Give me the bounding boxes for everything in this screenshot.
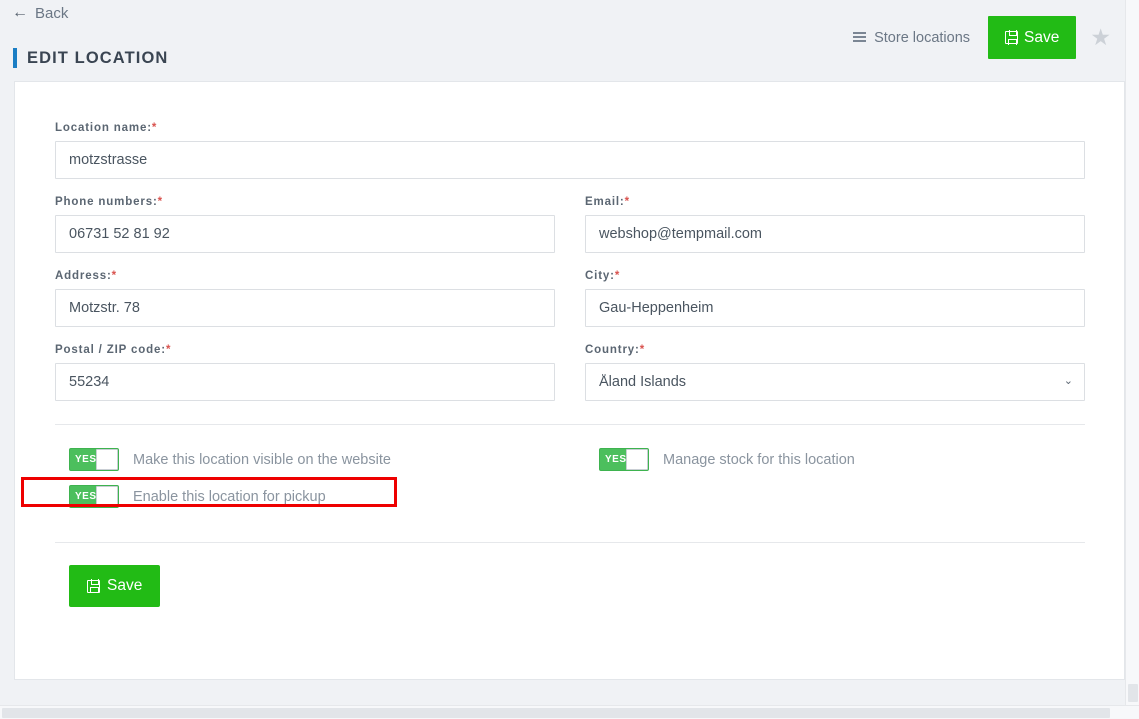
city-input[interactable] (585, 289, 1085, 327)
list-icon (853, 32, 867, 43)
form-row-phone-email: Phone numbers:* Email:* (55, 196, 1085, 253)
form-row-address-city: Address:* City:* (55, 270, 1085, 327)
required-marker: * (624, 196, 630, 208)
label-city: City:* (585, 270, 1085, 282)
divider-above-toggles (55, 424, 1085, 425)
label-postal-code: Postal / ZIP code:* (55, 344, 555, 356)
toggle-label-enable-pickup: Enable this location for pickup (133, 488, 326, 505)
page-title: EDIT LOCATION (27, 48, 169, 67)
label-email: Email:* (585, 196, 1085, 208)
edit-location-form: Location name:* Phone numbers:* Email:* (21, 122, 1085, 607)
label-phone-numbers-text: Phone numbers: (55, 196, 158, 208)
required-marker: * (639, 344, 646, 356)
toggle-knob (96, 486, 118, 507)
toggle-grid: YES Make this location visible on the we… (55, 445, 1085, 519)
toggle-state-text: YES (75, 453, 97, 465)
back-link[interactable]: ← Back (12, 3, 69, 22)
toggle-state-text: YES (75, 490, 97, 502)
label-city-text: City: (585, 270, 615, 282)
toggle-manage-stock[interactable]: YES Manage stock for this location (585, 445, 1055, 474)
label-location-name-text: Location name: (55, 122, 152, 134)
required-marker: * (157, 196, 163, 208)
toggle-state-text: YES (605, 453, 627, 465)
title-accent-bar (13, 48, 17, 68)
topbar: ← Back EDIT LOCATION Store locations Sav… (0, 0, 1125, 81)
save-button-top[interactable]: Save (988, 16, 1077, 59)
divider-above-save (55, 542, 1085, 543)
field-location-name: Location name:* (55, 122, 1085, 179)
toggle-switch-manage-stock[interactable]: YES (599, 448, 649, 471)
horizontal-scrollbar-thumb[interactable] (2, 708, 1110, 718)
required-marker: * (111, 270, 117, 282)
toggle-switch-visible-on-website[interactable]: YES (69, 448, 119, 471)
country-select[interactable]: Åland Islands (585, 363, 1085, 401)
save-button-top-label: Save (1024, 28, 1060, 46)
back-label: Back (35, 5, 69, 22)
edit-location-card: Location name:* Phone numbers:* Email:* (14, 81, 1125, 680)
toggle-enable-pickup[interactable]: YES Enable this location for pickup (55, 482, 585, 511)
field-country: Country:* Åland Islands ⌄ (585, 344, 1085, 401)
field-address: Address:* (55, 270, 555, 327)
email-input[interactable] (585, 215, 1085, 253)
field-phone-numbers: Phone numbers:* (55, 196, 555, 253)
store-locations-label: Store locations (874, 29, 971, 46)
top-actions: Store locations Save ★ (853, 16, 1111, 59)
floppy-disk-icon (87, 578, 100, 594)
toggles-section: YES Make this location visible on the we… (21, 445, 1085, 519)
label-address: Address:* (55, 270, 555, 282)
page-root: ← Back EDIT LOCATION Store locations Sav… (0, 0, 1139, 719)
toggle-knob (626, 449, 648, 470)
label-postal-code-text: Postal / ZIP code: (55, 344, 166, 356)
save-button-bottom[interactable]: Save (69, 565, 161, 607)
label-phone-numbers: Phone numbers:* (55, 196, 555, 208)
floppy-disk-icon (1005, 30, 1019, 45)
vertical-scrollbar-thumb[interactable] (1128, 684, 1138, 702)
field-city: City:* (585, 270, 1085, 327)
required-marker: * (151, 122, 158, 134)
location-name-input[interactable] (55, 141, 1085, 179)
label-address-text: Address: (55, 270, 112, 282)
toggle-switch-enable-pickup[interactable]: YES (69, 485, 119, 508)
required-marker: * (614, 270, 621, 282)
postal-code-input[interactable] (55, 363, 555, 401)
toggle-label-visible-on-website: Make this location visible on the websit… (133, 451, 391, 468)
toggle-knob (96, 449, 118, 470)
page-title-group: EDIT LOCATION (13, 48, 168, 68)
horizontal-scrollbar[interactable] (0, 705, 1139, 719)
required-marker: * (165, 344, 172, 356)
label-location-name: Location name:* (55, 122, 1085, 134)
field-email: Email:* (585, 196, 1085, 253)
field-postal-code: Postal / ZIP code:* (55, 344, 555, 401)
store-locations-link[interactable]: Store locations (853, 30, 970, 46)
address-input[interactable] (55, 289, 555, 327)
label-country-text: Country: (585, 344, 640, 356)
toggle-visible-on-website[interactable]: YES Make this location visible on the we… (55, 445, 585, 474)
favorite-star-icon[interactable]: ★ (1090, 26, 1111, 49)
vertical-scrollbar[interactable] (1125, 0, 1139, 705)
country-select-wrap: Åland Islands ⌄ (585, 363, 1085, 401)
form-row-postal-country: Postal / ZIP code:* Country:* Åland Isla… (55, 344, 1085, 401)
arrow-left-icon: ← (12, 3, 28, 21)
label-email-text: Email: (585, 196, 625, 208)
save-button-bottom-label: Save (107, 577, 143, 594)
phone-numbers-input[interactable] (55, 215, 555, 253)
toggle-label-manage-stock: Manage stock for this location (663, 451, 855, 468)
label-country: Country:* (585, 344, 1085, 356)
form-row-location-name: Location name:* (55, 122, 1085, 179)
